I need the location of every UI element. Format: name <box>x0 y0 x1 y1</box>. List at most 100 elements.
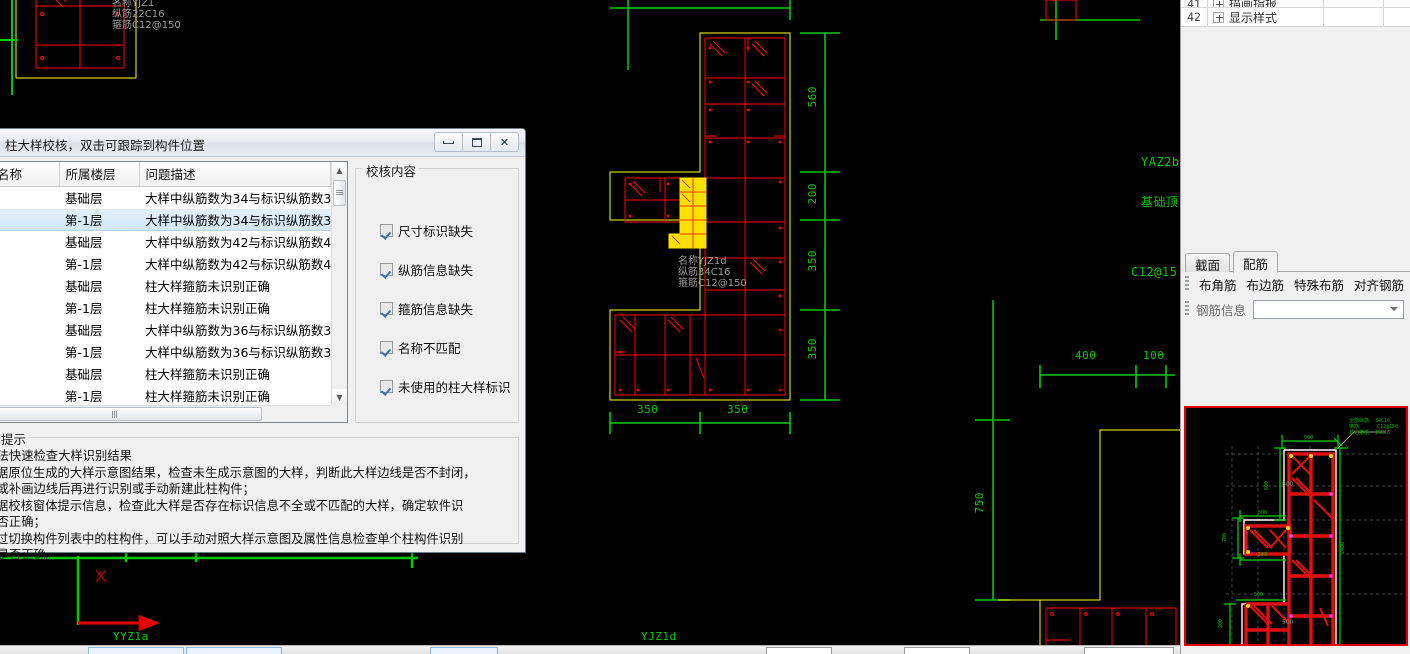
checkbox-item[interactable]: 箍筋信息缺失 <box>380 299 518 318</box>
bottom-toolbar[interactable] <box>0 645 1180 654</box>
svg-text:500: 500 <box>1258 510 1267 516</box>
property-row-41-value[interactable] <box>1324 0 1384 7</box>
list-vertical-scrollbar[interactable]: ▲ ▼ <box>331 162 347 405</box>
problem-row-name: JZ1d <box>0 208 59 231</box>
problem-row-desc: 大样中纵筋数为36与标识纵筋数38不符 <box>139 318 331 341</box>
horizontal-scroll-thumb[interactable] <box>0 407 262 421</box>
close-button[interactable]: ✕ <box>490 132 519 152</box>
close-icon: ✕ <box>499 135 510 149</box>
property-row-42-value[interactable] <box>1324 8 1384 26</box>
property-panel: 41 描画指报 42 显示样式 截面 配筋 布角筋 布边筋 特殊布筋 对齐钢筋 … <box>1180 0 1410 654</box>
vertical-scroll-thumb[interactable] <box>333 180 346 206</box>
tip-legend: 温馨提示 <box>0 429 30 448</box>
tab-section[interactable]: 截面 <box>1185 253 1231 273</box>
btn-special-rebar[interactable]: 特殊布筋 <box>1294 275 1344 294</box>
problem-row-desc: 柱大样箍筋未识别正确 <box>139 296 331 319</box>
checkbox-checked-icon[interactable] <box>380 380 393 393</box>
dialog-titlebar[interactable]: 柱大样校核，双击可跟踪到构件位置 ✕ <box>0 129 525 157</box>
table-row[interactable]: JZ19第-1层柱大样箍筋未识别正确 <box>0 384 331 405</box>
column-header-floor[interactable]: 所属楼层 <box>59 162 140 187</box>
checkbox-checked-icon[interactable] <box>380 302 393 315</box>
property-row-42-extra[interactable] <box>1384 8 1410 26</box>
table-row[interactable]: JZ3第-1层大样中纵筋数为42与标识纵筋数40不符 <box>0 252 331 275</box>
table-row[interactable]: JZ19基础层柱大样箍筋未识别正确 <box>0 362 331 385</box>
checkbox-item[interactable]: 尺寸标识缺失 <box>380 221 518 240</box>
minimize-button[interactable] <box>434 132 463 152</box>
rebar-preview[interactable]: 500 600 500 200 500 500 200 2400 600 500… <box>1184 406 1408 646</box>
toolbar-cell-2[interactable] <box>186 647 282 654</box>
problem-list[interactable]: 构件名称 所属楼层 问题描述 JZ1d基础层大样中纵筋数为34与标识纵筋数36不… <box>0 161 348 423</box>
problem-row-floor: 基础层 <box>59 186 139 209</box>
problem-row-desc: 柱大样箍筋未识别正确 <box>139 274 331 297</box>
checkbox-item[interactable]: 纵筋信息缺失 <box>380 260 518 279</box>
toolbar-cell-4[interactable] <box>766 647 832 654</box>
cad-column-label-yjz1d: YJZ1d <box>641 630 677 643</box>
toolbar-grip[interactable] <box>1185 276 1189 292</box>
table-row[interactable]: JZ7第-1层大样中纵筋数为36与标识纵筋数38不符 <box>0 340 331 363</box>
cad-dim-h-350-b: 350 <box>727 403 749 416</box>
plus-icon[interactable] <box>1213 0 1224 7</box>
column-header-name[interactable]: 构件名称 <box>0 162 60 187</box>
btn-align-rebar[interactable]: 对齐钢筋 <box>1354 275 1404 294</box>
property-row-41-extra[interactable] <box>1384 0 1410 7</box>
problem-row-desc: 大样中纵筋数为42与标识纵筋数40不符 <box>139 230 331 253</box>
checkbox-label: 名称不匹配 <box>398 341 461 356</box>
scroll-down-icon[interactable]: ▼ <box>332 389 347 405</box>
checkbox-item[interactable]: 未使用的柱大样标识 <box>380 377 518 396</box>
checkbox-checked-icon[interactable] <box>380 263 393 276</box>
rebar-toolbar: 布角筋 布边筋 特殊布筋 对齐钢筋 <box>1181 272 1410 296</box>
cad-column-label-yyz1a: YYZ1a <box>113 630 149 643</box>
problem-row-floor: 基础层 <box>59 230 139 253</box>
table-row[interactable]: JZ13基础层柱大样箍筋未识别正确 <box>0 274 331 297</box>
maximize-button[interactable] <box>462 132 491 152</box>
cad-dim-350-a: 350 <box>806 250 819 272</box>
btn-corner-rebar[interactable]: 布角筋 <box>1199 275 1237 294</box>
field-grip[interactable] <box>1185 301 1189 317</box>
btn-edge-rebar[interactable]: 布边筋 <box>1247 275 1285 294</box>
rebar-info-combo[interactable] <box>1253 299 1404 319</box>
svg-text:200: 200 <box>1222 533 1228 542</box>
problem-row-name: JZ19 <box>0 362 59 385</box>
cad-dim-h-350-a: 350 <box>637 403 659 416</box>
property-row-42[interactable]: 42 显示样式 <box>1181 8 1410 27</box>
problem-row-desc: 柱大样箍筋未识别正确 <box>139 362 331 385</box>
problem-row-desc: 大样中纵筋数为34与标识纵筋数36不符 <box>139 208 331 231</box>
dialog-title: 柱大样校核，双击可跟踪到构件位置 <box>5 138 206 153</box>
table-row[interactable]: JZ1d第-1层大样中纵筋数为34与标识纵筋数36不符 <box>0 208 331 231</box>
cad-text-c12at15: C12@15 <box>1131 265 1178 279</box>
cad-dim-200: 200 <box>806 183 819 205</box>
table-row[interactable]: JZ1d基础层大样中纵筋数为34与标识纵筋数36不符 <box>0 186 331 209</box>
table-row[interactable]: JZ7基础层大样中纵筋数为36与标识纵筋数38不符 <box>0 318 331 341</box>
problem-row-floor: 基础层 <box>59 318 139 341</box>
checkbox-checked-icon[interactable] <box>380 341 393 354</box>
checkbox-checked-icon[interactable] <box>380 224 393 237</box>
toolbar-cell-3[interactable] <box>430 647 498 654</box>
scroll-up-icon[interactable]: ▲ <box>332 162 347 178</box>
svg-text:2400: 2400 <box>1340 542 1346 554</box>
list-horizontal-scrollbar[interactable]: ▶ <box>0 405 342 422</box>
svg-text:500: 500 <box>1304 435 1313 441</box>
column-header-desc[interactable]: 问题描述 <box>139 162 331 187</box>
table-row[interactable]: JZ3基础层大样中纵筋数为42与标识纵筋数40不符 <box>0 230 331 253</box>
checkbox-item[interactable]: 名称不匹配 <box>380 338 518 357</box>
problem-row-name: JZ3 <box>0 230 59 253</box>
problem-row-floor: 第-1层 <box>59 384 139 405</box>
dialog-top-row: 构件名称 所属楼层 问题描述 JZ1d基础层大样中纵筋数为34与标识纵筋数36不… <box>0 161 519 423</box>
cad-dim-750: 750 <box>973 492 986 514</box>
toolbar-cell-5[interactable] <box>904 647 970 654</box>
plus-icon[interactable] <box>1213 11 1224 23</box>
problem-row-floor: 基础层 <box>59 362 139 385</box>
toolbar-cell-1[interactable] <box>88 647 184 654</box>
table-row[interactable]: JZ13第-1层柱大样箍筋未识别正确 <box>0 296 331 319</box>
problem-row-name: JZ7 <box>0 340 59 363</box>
tab-rebar[interactable]: 配筋 <box>1233 251 1279 273</box>
cad-dim-400: 400 <box>1075 349 1097 362</box>
toolbar-cell-6[interactable] <box>1084 647 1174 654</box>
cad-dim-350-b: 350 <box>806 338 819 360</box>
problem-row-floor: 第-1层 <box>59 252 139 275</box>
problem-row-desc: 柱大样箍筋未识别正确 <box>139 384 331 405</box>
panel-tabs: 截面 配筋 <box>1185 251 1410 273</box>
property-row-41[interactable]: 41 描画指报 <box>1181 0 1410 8</box>
column-detail-check-dialog[interactable]: 柱大样校核，双击可跟踪到构件位置 ✕ 构件名称 所属楼层 <box>0 128 526 562</box>
problem-table: 构件名称 所属楼层 问题描述 JZ1d基础层大样中纵筋数为34与标识纵筋数36不… <box>0 162 331 405</box>
